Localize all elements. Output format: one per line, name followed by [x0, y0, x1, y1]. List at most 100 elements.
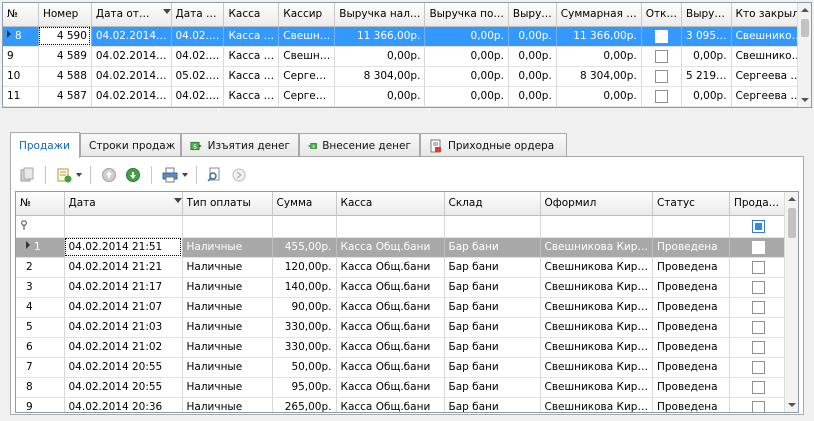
filter-checkbox-cell[interactable] [729, 215, 789, 238]
session-row[interactable]: 84 590 04.02.2014… 04.02.… Касса … Свешн… 11 … [3, 26, 811, 47]
sales-scrollbar[interactable] [784, 192, 798, 412]
tab-sale-lines[interactable]: Строки продаж [80, 133, 181, 157]
sale-row[interactable]: 8 04.02.2014 20:55 Наличные 95,00р. Касса Об… [16, 377, 789, 398]
session-row[interactable]: 11 4 587 04.02.2014… 04.02.… Касса … Серге… 0,… [3, 86, 811, 107]
sale-checkbox-cell[interactable] [729, 377, 789, 398]
opened-checkbox-cell[interactable] [641, 86, 682, 107]
scroll-up-icon[interactable] [801, 8, 809, 12]
scroll-up-icon[interactable] [788, 197, 796, 201]
filter-cell[interactable] [182, 215, 273, 238]
sale-checkbox-cell[interactable] [729, 397, 789, 412]
column-header[interactable]: Статус [652, 192, 730, 216]
column-header-label: № [7, 8, 18, 21]
filter-cell[interactable] [336, 215, 445, 238]
column-header[interactable]: № [16, 192, 65, 216]
move-up-button[interactable] [99, 165, 119, 185]
row-checkbox[interactable] [752, 320, 766, 334]
tab-money-withdrawals[interactable]: $ Изъятия денег [181, 133, 299, 157]
scroll-thumb[interactable] [788, 208, 796, 238]
tab-money-deposits[interactable]: $ Внесение денег [299, 133, 420, 157]
column-header[interactable]: Выручка нал… [334, 3, 426, 27]
column-header[interactable]: Выру… [508, 3, 557, 27]
row-checkbox[interactable] [752, 300, 766, 314]
column-header[interactable]: Тип оплаты [182, 192, 273, 216]
sale-row[interactable]: 1 04.02.2014 21:51 Наличные 455,00р. Касса О… [16, 237, 789, 258]
sale-row[interactable]: 9 04.02.2014 20:36 Наличные 265,00р. Касса О… [16, 397, 789, 412]
column-header[interactable]: Дата от… [91, 3, 172, 27]
sessions-grid[interactable]: № Номер Дата от… Дата … Касса Кассир Выручка н… [2, 2, 812, 108]
preview-button[interactable] [205, 165, 225, 185]
cell-status: Проведена [652, 337, 730, 358]
scroll-thumb[interactable] [801, 19, 809, 37]
sale-row[interactable]: 2 04.02.2014 21:21 Наличные 120,00р. Касса О… [16, 257, 789, 278]
column-header[interactable]: Отк… [641, 3, 682, 27]
move-down-button[interactable] [123, 165, 143, 185]
column-header[interactable]: Касса [223, 3, 280, 27]
row-checkbox[interactable] [752, 340, 766, 354]
sale-row[interactable]: 4 04.02.2014 21:07 Наличные 90,00р. Касса Об… [16, 297, 789, 318]
row-checkbox[interactable] [752, 240, 766, 254]
row-checkbox[interactable] [752, 360, 766, 374]
column-header[interactable]: Кассир [278, 3, 336, 27]
sale-row[interactable]: 6 04.02.2014 21:02 Наличные 330,00р. Касса О… [16, 337, 789, 358]
sale-checkbox-cell[interactable] [729, 337, 789, 358]
opened-checkbox-cell[interactable] [641, 66, 682, 87]
sale-row[interactable]: 3 04.02.2014 21:17 Наличные 140,00р. Касса О… [16, 277, 789, 298]
sessions-scrollbar[interactable] [797, 3, 811, 107]
filter-cell[interactable] [540, 215, 653, 238]
sale-checkbox-cell[interactable] [729, 277, 789, 298]
scroll-down-icon[interactable] [788, 403, 796, 407]
session-row[interactable]: 94 589 04.02.2014… 04.02.… Касса … Свешн… 0,0… [3, 46, 811, 67]
column-header[interactable]: Дата [64, 192, 183, 216]
sale-checkbox-cell[interactable] [729, 297, 789, 318]
tab-sales[interactable]: Продажи [10, 132, 80, 158]
column-header[interactable]: Склад [444, 192, 541, 216]
column-header[interactable]: Касса [336, 192, 445, 216]
filter-checkbox[interactable] [752, 219, 766, 233]
open-document-button[interactable] [17, 165, 37, 185]
opened-checkbox-cell[interactable] [641, 46, 682, 67]
row-checkbox[interactable] [654, 29, 668, 43]
column-header[interactable]: Дата … [171, 3, 225, 27]
column-header[interactable]: Сумма [272, 192, 337, 216]
row-number-cell: 7 [16, 357, 65, 378]
column-header[interactable]: Выру… [681, 3, 732, 27]
row-checkbox[interactable] [752, 280, 766, 294]
scroll-down-icon[interactable] [801, 98, 809, 102]
chevron-down-icon[interactable] [76, 173, 82, 177]
sale-checkbox-cell[interactable] [729, 257, 789, 278]
filter-cell[interactable] [272, 215, 337, 238]
next-button[interactable] [229, 165, 249, 185]
row-checkbox[interactable] [654, 89, 668, 103]
opened-checkbox-cell[interactable] [641, 26, 682, 47]
filter-cell[interactable] [652, 215, 730, 238]
row-checkbox[interactable] [752, 400, 766, 412]
filter-row[interactable] [16, 215, 789, 238]
print-button[interactable] [160, 165, 180, 185]
sale-row[interactable]: 7 04.02.2014 20:55 Наличные 50,00р. Касса Об… [16, 357, 789, 378]
row-checkbox[interactable] [752, 260, 766, 274]
column-header-label: Кассир [283, 8, 323, 21]
row-checkbox[interactable] [752, 380, 766, 394]
toolbar-separator [196, 166, 197, 184]
filter-cell[interactable] [444, 215, 541, 238]
sale-row[interactable]: 5 04.02.2014 21:03 Наличные 330,00р. Касса О… [16, 317, 789, 338]
sale-checkbox-cell[interactable] [729, 317, 789, 338]
row-checkbox[interactable] [654, 69, 668, 83]
sale-checkbox-cell[interactable] [729, 237, 789, 258]
column-header[interactable]: № [3, 3, 39, 27]
column-header[interactable]: Номер [38, 3, 92, 27]
sale-checkbox-cell[interactable] [729, 357, 789, 378]
chevron-down-icon[interactable] [182, 173, 188, 177]
row-checkbox[interactable] [654, 49, 668, 63]
cell-status: Проведена [652, 317, 730, 338]
column-header[interactable]: Прода… [729, 192, 789, 216]
session-row[interactable]: 10 4 588 04.02.2014… 05.02.… Касса … Серге… 8 … [3, 66, 811, 87]
column-header[interactable]: Выручка по… [424, 3, 509, 27]
tab-receipt-orders[interactable]: Приходные ордера [420, 133, 567, 157]
column-header[interactable]: Суммарная … [556, 3, 642, 27]
add-document-button[interactable] [54, 165, 74, 185]
filter-cell[interactable] [64, 215, 183, 238]
column-header[interactable]: Оформил [540, 192, 653, 216]
sales-grid[interactable]: № Дата Тип оплаты Сумма Касса Склад Оформил Ста… [15, 191, 799, 413]
